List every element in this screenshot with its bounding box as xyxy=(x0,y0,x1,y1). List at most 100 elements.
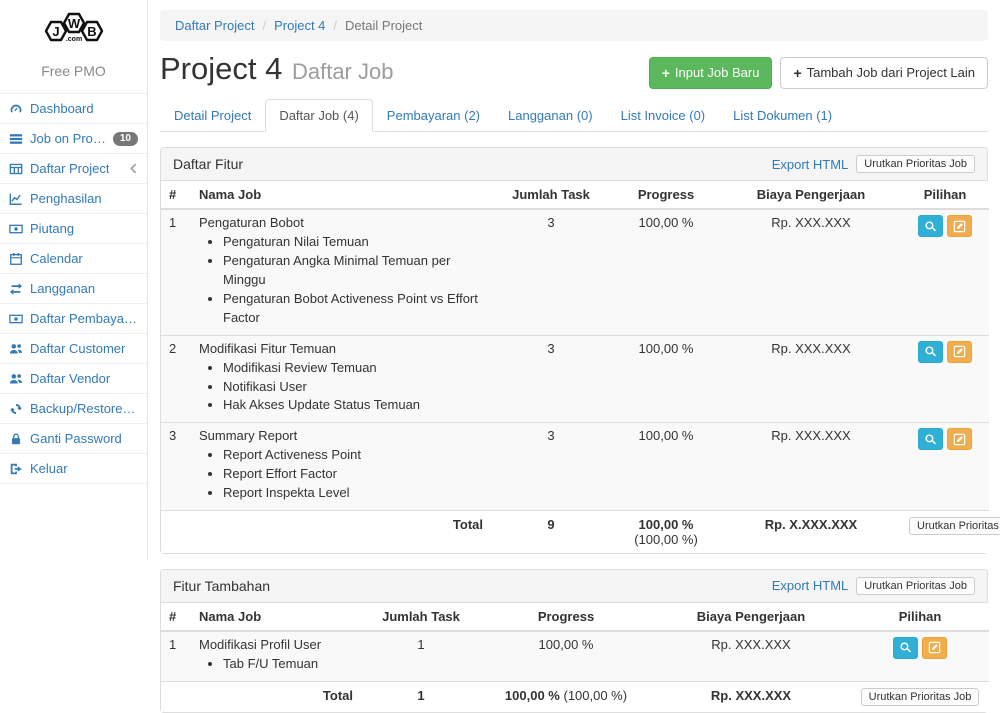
sidebar-item-ganti-password[interactable]: Ganti Password xyxy=(0,423,147,453)
edit-job-button[interactable] xyxy=(947,341,972,363)
progress-value: 100,00 % xyxy=(611,335,721,423)
brand-name: Free PMO xyxy=(0,57,147,93)
fitur-tambahan-table: # Nama Job Jumlah Task Progress Biaya Pe… xyxy=(161,603,989,712)
tasks-icon xyxy=(9,132,23,146)
col-progress: Progress xyxy=(481,603,651,631)
sidebar-item-daftar-vendor[interactable]: Daftar Vendor xyxy=(0,363,147,393)
tab-list-invoice[interactable]: List Invoice (0) xyxy=(607,99,720,132)
sidebar-item-piutang[interactable]: Piutang xyxy=(0,213,147,243)
search-icon xyxy=(924,345,937,358)
sidebar-item-label: Daftar Pembayaran xyxy=(30,311,138,326)
sidebar-item-label: Langganan xyxy=(30,281,95,296)
view-job-button[interactable] xyxy=(893,637,918,659)
sidebar-item-penghasilan[interactable]: Penghasilan xyxy=(0,183,147,213)
tab-list-dokumen[interactable]: List Dokumen (1) xyxy=(719,99,846,132)
subtask-list: Tab F/U Temuan xyxy=(199,655,353,674)
sidebar: J W B .com Free PMO Dashboard Job on Pro… xyxy=(0,0,148,560)
table-row: 2 Modifikasi Fitur Temuan Modifikasi Rev… xyxy=(161,335,989,423)
table-header-row: # Nama Job Jumlah Task Progress Biaya Pe… xyxy=(161,603,989,631)
urutkan-prioritas-job-button[interactable]: Urutkan Prioritas Job xyxy=(861,688,980,706)
edit-job-button[interactable] xyxy=(947,428,972,450)
table-total-row: Total 1 100,00 % (100,00 %) Rp. XXX.XXX … xyxy=(161,681,989,712)
col-biaya: Biaya Pengerjaan xyxy=(651,603,851,631)
input-job-baru-button[interactable]: + Input Job Baru xyxy=(649,57,773,89)
progress-value: 100,00 % xyxy=(481,631,651,681)
total-label: Total xyxy=(191,681,361,712)
calendar-icon xyxy=(9,252,23,266)
search-icon xyxy=(924,433,937,446)
jumlah-task-value: 3 xyxy=(491,209,611,335)
col-jumlah-task: Jumlah Task xyxy=(491,181,611,209)
biaya-value: Rp. XXX.XXX xyxy=(721,209,901,335)
panel-daftar-fitur-heading: Daftar Fitur Export HTML Urutkan Priorit… xyxy=(161,148,987,181)
urutkan-prioritas-job-button[interactable]: Urutkan Prioritas Job xyxy=(909,517,1000,535)
biaya-value: Rp. XXX.XXX xyxy=(721,335,901,423)
col-jumlah-task: Jumlah Task xyxy=(361,603,481,631)
app-logo[interactable]: J W B .com xyxy=(0,0,147,57)
edit-job-button[interactable] xyxy=(947,215,972,237)
breadcrumb-project-4[interactable]: Project 4 xyxy=(274,18,325,33)
header-buttons: + Input Job Baru + Tambah Job dari Proje… xyxy=(649,57,988,89)
sidebar-item-label: Piutang xyxy=(30,221,74,236)
tab-detail-project[interactable]: Detail Project xyxy=(160,99,265,132)
urutkan-prioritas-job-button[interactable]: Urutkan Prioritas Job xyxy=(856,577,975,595)
col-num: # xyxy=(161,181,191,209)
view-job-button[interactable] xyxy=(918,341,943,363)
plus-icon: + xyxy=(793,66,801,80)
svg-text:.com: .com xyxy=(65,36,81,43)
job-name: Modifikasi Profil User xyxy=(199,637,321,652)
page-title: Project 4 xyxy=(160,51,282,86)
tambah-job-dari-project-lain-button[interactable]: + Tambah Job dari Project Lain xyxy=(780,57,988,89)
search-icon xyxy=(899,641,912,654)
edit-job-button[interactable] xyxy=(922,637,947,659)
sidebar-item-label: Penghasilan xyxy=(30,191,102,206)
sidebar-item-daftar-pembayaran[interactable]: Daftar Pembayaran xyxy=(0,303,147,333)
urutkan-prioritas-job-button[interactable]: Urutkan Prioritas Job xyxy=(856,155,975,173)
sidebar-item-keluar[interactable]: Keluar xyxy=(0,453,147,484)
tab-daftar-job[interactable]: Daftar Job (4) xyxy=(265,99,372,132)
line-chart-icon xyxy=(9,192,23,206)
lock-icon xyxy=(9,432,23,446)
total-tasks: 1 xyxy=(361,681,481,712)
job-count-badge: 10 xyxy=(113,132,138,146)
jumlah-task-value: 3 xyxy=(491,335,611,423)
panel-title: Fitur Tambahan xyxy=(173,578,270,594)
biaya-value: Rp. XXX.XXX xyxy=(721,423,901,511)
refresh-icon xyxy=(9,402,23,416)
sidebar-item-daftar-customer[interactable]: Daftar Customer xyxy=(0,333,147,363)
breadcrumb-daftar-project[interactable]: Daftar Project xyxy=(175,18,254,33)
breadcrumb-detail-project: Detail Project xyxy=(345,18,422,33)
export-html-link[interactable]: Export HTML xyxy=(772,578,849,593)
tab-langganan[interactable]: Langganan (0) xyxy=(494,99,607,132)
sidebar-item-label: Dashboard xyxy=(30,101,94,116)
table-row: 1 Pengaturan Bobot Pengaturan Nilai Temu… xyxy=(161,209,989,335)
total-biaya: Rp. XXX.XXX xyxy=(651,681,851,712)
progress-value: 100,00 % xyxy=(611,209,721,335)
sidebar-item-calendar[interactable]: Calendar xyxy=(0,243,147,273)
view-job-button[interactable] xyxy=(918,215,943,237)
sidebar-item-dashboard[interactable]: Dashboard xyxy=(0,93,147,123)
col-pilihan: Pilihan xyxy=(851,603,989,631)
sidebar-item-langganan[interactable]: Langganan xyxy=(0,273,147,303)
total-tasks: 9 xyxy=(491,510,611,553)
sidebar-item-daftar-project[interactable]: Daftar Project xyxy=(0,153,147,183)
plus-icon: + xyxy=(662,66,670,80)
edit-icon xyxy=(953,433,966,446)
export-html-link[interactable]: Export HTML xyxy=(772,157,849,172)
edit-icon xyxy=(953,345,966,358)
jumlah-task-value: 3 xyxy=(491,423,611,511)
job-name: Pengaturan Bobot xyxy=(199,215,304,230)
sidebar-item-job-on-progress[interactable]: Job on Progress 10 xyxy=(0,123,147,153)
page-header: Project 4 Daftar Job + Input Job Baru + … xyxy=(160,51,988,89)
users-icon xyxy=(9,342,23,356)
sidebar-item-backup-restore-db[interactable]: Backup/Restore DB xyxy=(0,393,147,423)
tab-pembayaran[interactable]: Pembayaran (2) xyxy=(373,99,494,132)
panel-fitur-tambahan-heading: Fitur Tambahan Export HTML Urutkan Prior… xyxy=(161,570,987,603)
progress-value: 100,00 % xyxy=(611,423,721,511)
page-title-group: Project 4 Daftar Job xyxy=(160,51,393,87)
exchange-icon xyxy=(9,282,23,296)
sidebar-item-label: Daftar Customer xyxy=(30,341,125,356)
col-biaya: Biaya Pengerjaan xyxy=(721,181,901,209)
view-job-button[interactable] xyxy=(918,428,943,450)
biaya-value: Rp. XXX.XXX xyxy=(651,631,851,681)
